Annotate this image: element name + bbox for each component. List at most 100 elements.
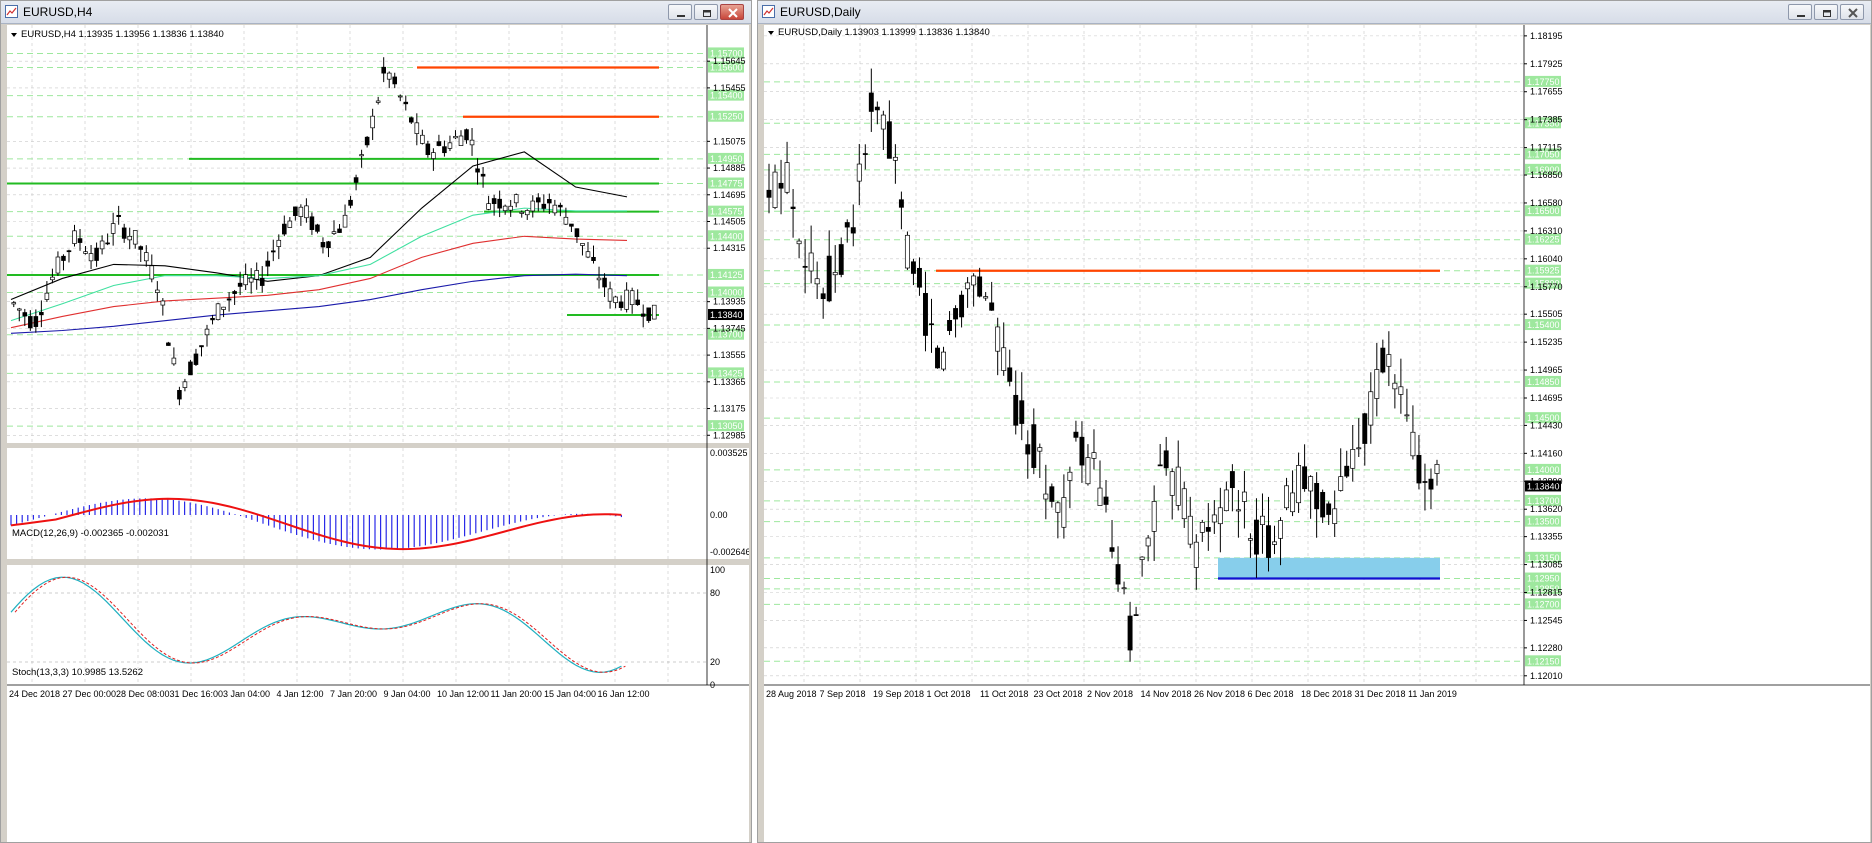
candle-body: [574, 228, 580, 238]
candle-body: [1079, 436, 1085, 466]
candle-body: [1091, 452, 1097, 459]
candle-body: [348, 199, 353, 206]
candle-body: [94, 247, 99, 261]
candle-body: [1416, 454, 1422, 484]
candle-body: [536, 197, 541, 203]
candle-body: [28, 316, 33, 329]
candle-body: [226, 298, 232, 301]
price-tick-label: 1.16040: [1530, 254, 1563, 264]
candle-body: [585, 251, 591, 258]
candle-body: [1169, 471, 1175, 496]
candle-body: [635, 299, 640, 306]
price-tick-label: 1.13620: [1530, 504, 1563, 514]
time-tick-label: 19 Sep 2018: [873, 689, 924, 699]
candle-body: [66, 250, 72, 253]
candle-body: [464, 129, 469, 141]
restore-button[interactable]: [1814, 4, 1838, 20]
candle-body: [1374, 369, 1380, 399]
restore-button[interactable]: [694, 4, 718, 20]
candle-body: [1175, 466, 1181, 506]
price-tick-label: 1.15455: [713, 83, 746, 93]
h4-chart-area[interactable]: 1.15700 1.15600 1.15400 1.15250 1.14950 1.147…: [7, 25, 749, 842]
time-tick-label: 11 Jan 20:00: [491, 689, 542, 699]
candle-body: [475, 168, 480, 173]
macd-label: MACD(12,26,9) -0.002365 -0.002031: [12, 528, 169, 539]
macd-tick-label: 0.00: [710, 510, 728, 520]
level-label: 1.15400: [1527, 320, 1560, 330]
level-label: 1.12950: [1527, 574, 1560, 584]
candle-body: [1163, 450, 1169, 469]
h4-window-titlebar[interactable]: EURUSD,H4: [1, 1, 751, 24]
candle-body: [1229, 471, 1235, 489]
candle-body: [381, 66, 386, 74]
candle-body: [935, 347, 940, 369]
candle-body: [977, 276, 983, 297]
price-tick-label: 1.16850: [1530, 170, 1563, 180]
price-tick-label: 1.18195: [1530, 31, 1563, 41]
h4-chart-canvas[interactable]: 1.157001.156001.154001.152501.149501.147…: [7, 25, 749, 842]
close-button[interactable]: [720, 4, 744, 20]
candle-body: [425, 143, 431, 155]
candle-body: [1037, 447, 1043, 452]
candle-body: [215, 303, 221, 320]
daily-chart-area[interactable]: 1.17750 1.17350 1.17050 1.16900 1.16500 1.162…: [764, 25, 1870, 842]
price-tick-label: 1.12545: [1530, 615, 1563, 625]
candle-body: [1205, 527, 1211, 532]
level-label: 1.14000: [1527, 465, 1560, 475]
candle-body: [1314, 483, 1320, 510]
candle-body: [77, 238, 83, 243]
macd-tick-label: 0.003525: [710, 448, 748, 458]
candle-body: [820, 293, 826, 300]
candle-body: [844, 222, 850, 228]
candle-body: [1157, 464, 1163, 467]
level-label: 1.14850: [1527, 377, 1560, 387]
stoch-main-line: [10, 576, 622, 673]
level-label: 1.14400: [710, 231, 743, 241]
price-tick-label: 1.14965: [1530, 365, 1563, 375]
daily-window-titlebar[interactable]: EURUSD,Daily: [758, 1, 1871, 24]
candle-body: [1350, 449, 1356, 469]
candle-body: [1272, 541, 1277, 545]
level-label: 1.12700: [1527, 599, 1560, 609]
h4-chart-window[interactable]: EURUSD,H4 1.15700 1.15600 1.15400 1.15250 1.…: [0, 0, 752, 843]
h4-header-dropdown-icon[interactable]: [11, 33, 17, 37]
candle-body: [1290, 492, 1296, 513]
candle-body: [72, 230, 77, 244]
time-tick-label: 14 Nov 2018: [1141, 689, 1192, 699]
candle-body: [309, 216, 315, 230]
candle-body: [436, 141, 442, 146]
candle-body: [1260, 515, 1265, 525]
candle-body: [1211, 514, 1217, 523]
minimize-button[interactable]: [1788, 4, 1812, 20]
candle-body: [420, 134, 425, 144]
price-tick-label: 1.14695: [713, 190, 746, 200]
daily-chart-window[interactable]: EURUSD,Daily 1.17750 1.17350 1.17050 1.1690…: [757, 0, 1872, 843]
h4-candles: [11, 57, 657, 406]
candle-body: [44, 292, 50, 300]
candle-body: [491, 198, 497, 205]
candle-body: [293, 206, 298, 217]
candle-body: [563, 216, 569, 225]
minimize-button[interactable]: [668, 4, 692, 20]
candle-body: [569, 223, 574, 227]
price-tick-label: 1.13355: [1530, 532, 1563, 542]
candle-body: [1344, 465, 1350, 477]
candle-body: [1181, 488, 1187, 520]
candle-body: [171, 357, 177, 365]
close-button[interactable]: [1840, 4, 1864, 20]
candle-body: [342, 214, 348, 228]
candle-body: [1392, 382, 1398, 390]
level-label: 1.14125: [710, 270, 743, 280]
candle-body: [105, 242, 110, 245]
candle-body: [1266, 525, 1271, 558]
candle-body: [646, 307, 652, 321]
price-tick-label: 1.12985: [713, 430, 746, 440]
candle-body: [326, 241, 331, 249]
candle-body: [1404, 414, 1410, 417]
price-tick-label: 1.17925: [1530, 59, 1563, 69]
candle-body: [1085, 457, 1091, 485]
daily-chart-canvas[interactable]: 1.177501.173501.170501.169001.165001.162…: [764, 25, 1870, 842]
time-tick-label: 26 Nov 2018: [1194, 689, 1245, 699]
candle-body: [1302, 466, 1308, 490]
daily-header-dropdown-icon[interactable]: [768, 31, 774, 35]
